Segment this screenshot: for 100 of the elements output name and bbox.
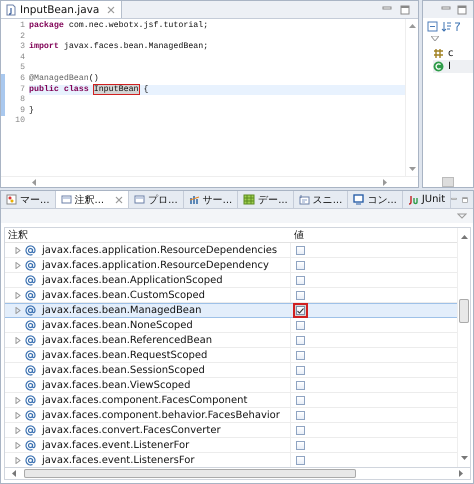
java-file-icon: [6, 4, 16, 16]
line-number: 6: [19, 74, 26, 85]
annotation-row[interactable]: javax.faces.application.ResourceDependency: [5, 258, 457, 273]
view-tab[interactable]: マー...: [1, 191, 56, 208]
outline-item[interactable]: c: [433, 47, 473, 60]
annotation-name: javax.faces.bean.ViewScoped: [42, 380, 190, 390]
scroll-down-icon[interactable]: [460, 456, 468, 461]
scroll-thumb[interactable]: [442, 177, 454, 187]
annotation-row[interactable]: javax.faces.component.FacesComponent: [5, 393, 457, 408]
package-icon: [433, 48, 444, 59]
checkbox[interactable]: [296, 456, 305, 464]
line-number: 3: [19, 42, 26, 53]
expand-icon[interactable]: [15, 262, 21, 268]
class-icon: [433, 61, 444, 72]
checkbox[interactable]: [296, 366, 305, 374]
checkbox[interactable]: [296, 410, 305, 420]
annotation-row[interactable]: javax.faces.bean.ViewScoped: [5, 378, 457, 393]
checkbox[interactable]: [296, 336, 305, 344]
expand-icon[interactable]: [15, 456, 21, 464]
check-icon: [297, 308, 304, 314]
scroll-up-icon[interactable]: [408, 23, 416, 28]
scroll-left-icon[interactable]: [11, 470, 16, 477]
view-tab[interactable]: スニ...: [294, 191, 348, 208]
checkbox[interactable]: [296, 260, 305, 270]
annotation-icon: [25, 440, 36, 450]
column-header[interactable]: 値: [291, 228, 457, 242]
annotation-row[interactable]: javax.faces.component.behavior.FacesBehavior: [5, 408, 457, 423]
scroll-thumb[interactable]: [459, 299, 469, 323]
checkbox[interactable]: [296, 380, 305, 390]
editor-tab[interactable]: InputBean.java: [1, 1, 122, 18]
maximize-icon[interactable]: [400, 4, 410, 14]
checkbox[interactable]: [296, 320, 305, 330]
expand-icon[interactable]: [15, 292, 21, 298]
scroll-thumb[interactable]: [24, 469, 356, 478]
class-name: InputBean: [94, 84, 139, 94]
maximize-icon[interactable]: [462, 194, 468, 204]
annotation-row[interactable]: javax.faces.bean.ReferencedBean: [5, 333, 457, 348]
annotation-row[interactable]: javax.faces.convert.FacesConverter: [5, 423, 457, 438]
expand-icon[interactable]: [15, 412, 21, 418]
annotation-row[interactable]: javax.faces.bean.SessionScoped: [5, 363, 457, 378]
horizontal-scrollbar[interactable]: [1, 176, 418, 187]
scroll-up-icon[interactable]: [460, 234, 468, 239]
expand-icon[interactable]: [15, 307, 21, 314]
code-text: javax.faces.bean.ManagedBean;: [62, 42, 208, 52]
annotation-name: javax.faces.convert.FacesConverter: [42, 424, 221, 436]
line-number: 8: [19, 95, 26, 106]
scroll-left-icon[interactable]: [31, 178, 36, 186]
annotation-row[interactable]: javax.faces.event.ListenerFor: [5, 438, 457, 453]
annotation-name: javax.faces.component.FacesComponent: [42, 394, 248, 406]
maximize-icon[interactable]: [457, 4, 467, 14]
line-number: 10: [14, 116, 26, 127]
expand-icon[interactable]: [15, 396, 21, 404]
expand-icon[interactable]: [15, 246, 21, 254]
sort-icon[interactable]: [441, 21, 452, 32]
annotation-row[interactable]: javax.faces.bean.ApplicationScoped: [5, 273, 457, 288]
annotation-name: javax.faces.event.ListenerFor: [42, 440, 190, 450]
keyword: import: [29, 42, 59, 52]
annotation-row[interactable]: javax.faces.application.ResourceDependencies: [5, 243, 457, 258]
view-tab[interactable]: コン...: [348, 191, 403, 208]
collapse-all-icon[interactable]: [427, 21, 438, 32]
annotation-row[interactable]: javax.faces.event.ListenersFor: [5, 453, 457, 467]
vertical-scrollbar[interactable]: [405, 19, 418, 176]
scroll-right-icon[interactable]: [383, 178, 388, 186]
view-menu-icon[interactable]: [457, 213, 467, 219]
scroll-down-icon[interactable]: [408, 167, 416, 172]
horizontal-scrollbar[interactable]: [4, 467, 471, 480]
console-icon: [353, 194, 364, 205]
annotation-row[interactable]: javax.faces.bean.NoneScoped: [5, 318, 457, 333]
column-header[interactable]: 注釈: [5, 228, 291, 242]
checkbox[interactable]: [296, 246, 305, 254]
annotation-row[interactable]: javax.faces.bean.ManagedBean: [5, 303, 457, 318]
annotation-icon: [25, 394, 36, 406]
close-icon[interactable]: [107, 6, 116, 14]
checkbox[interactable]: [296, 290, 305, 300]
annotation-row[interactable]: javax.faces.bean.RequestScoped: [5, 348, 457, 363]
checkbox[interactable]: [296, 396, 305, 404]
annotation-icon: [25, 320, 36, 330]
expand-icon[interactable]: [15, 426, 21, 434]
view-tab[interactable]: 注釈...: [56, 191, 130, 208]
checkbox[interactable]: [296, 350, 305, 360]
expand-icon[interactable]: [15, 336, 21, 344]
view-tab[interactable]: サー...: [184, 191, 238, 208]
view-tab[interactable]: JUnit: [402, 191, 452, 208]
checkbox[interactable]: [296, 426, 305, 434]
line-number: 7: [19, 84, 26, 96]
line-number: 1: [19, 21, 26, 32]
expand-icon[interactable]: [15, 442, 21, 448]
checkbox[interactable]: [296, 276, 305, 284]
code-text: com.nec.webotx.jsf.tutorial;: [68, 21, 208, 30]
dropdown-icon[interactable]: [431, 36, 439, 41]
close-icon[interactable]: [115, 196, 124, 204]
view-tab[interactable]: プロ...: [129, 191, 184, 208]
annotation-name: javax.faces.bean.CustomScoped: [42, 290, 206, 300]
vertical-scrollbar[interactable]: [457, 228, 470, 467]
scroll-right-icon[interactable]: [459, 470, 464, 477]
outline-item[interactable]: I: [433, 60, 473, 73]
checkbox[interactable]: [296, 440, 305, 450]
view-tab[interactable]: デー...: [238, 191, 294, 208]
annotation-icon: [25, 334, 36, 346]
annotation-icon: [25, 424, 36, 436]
